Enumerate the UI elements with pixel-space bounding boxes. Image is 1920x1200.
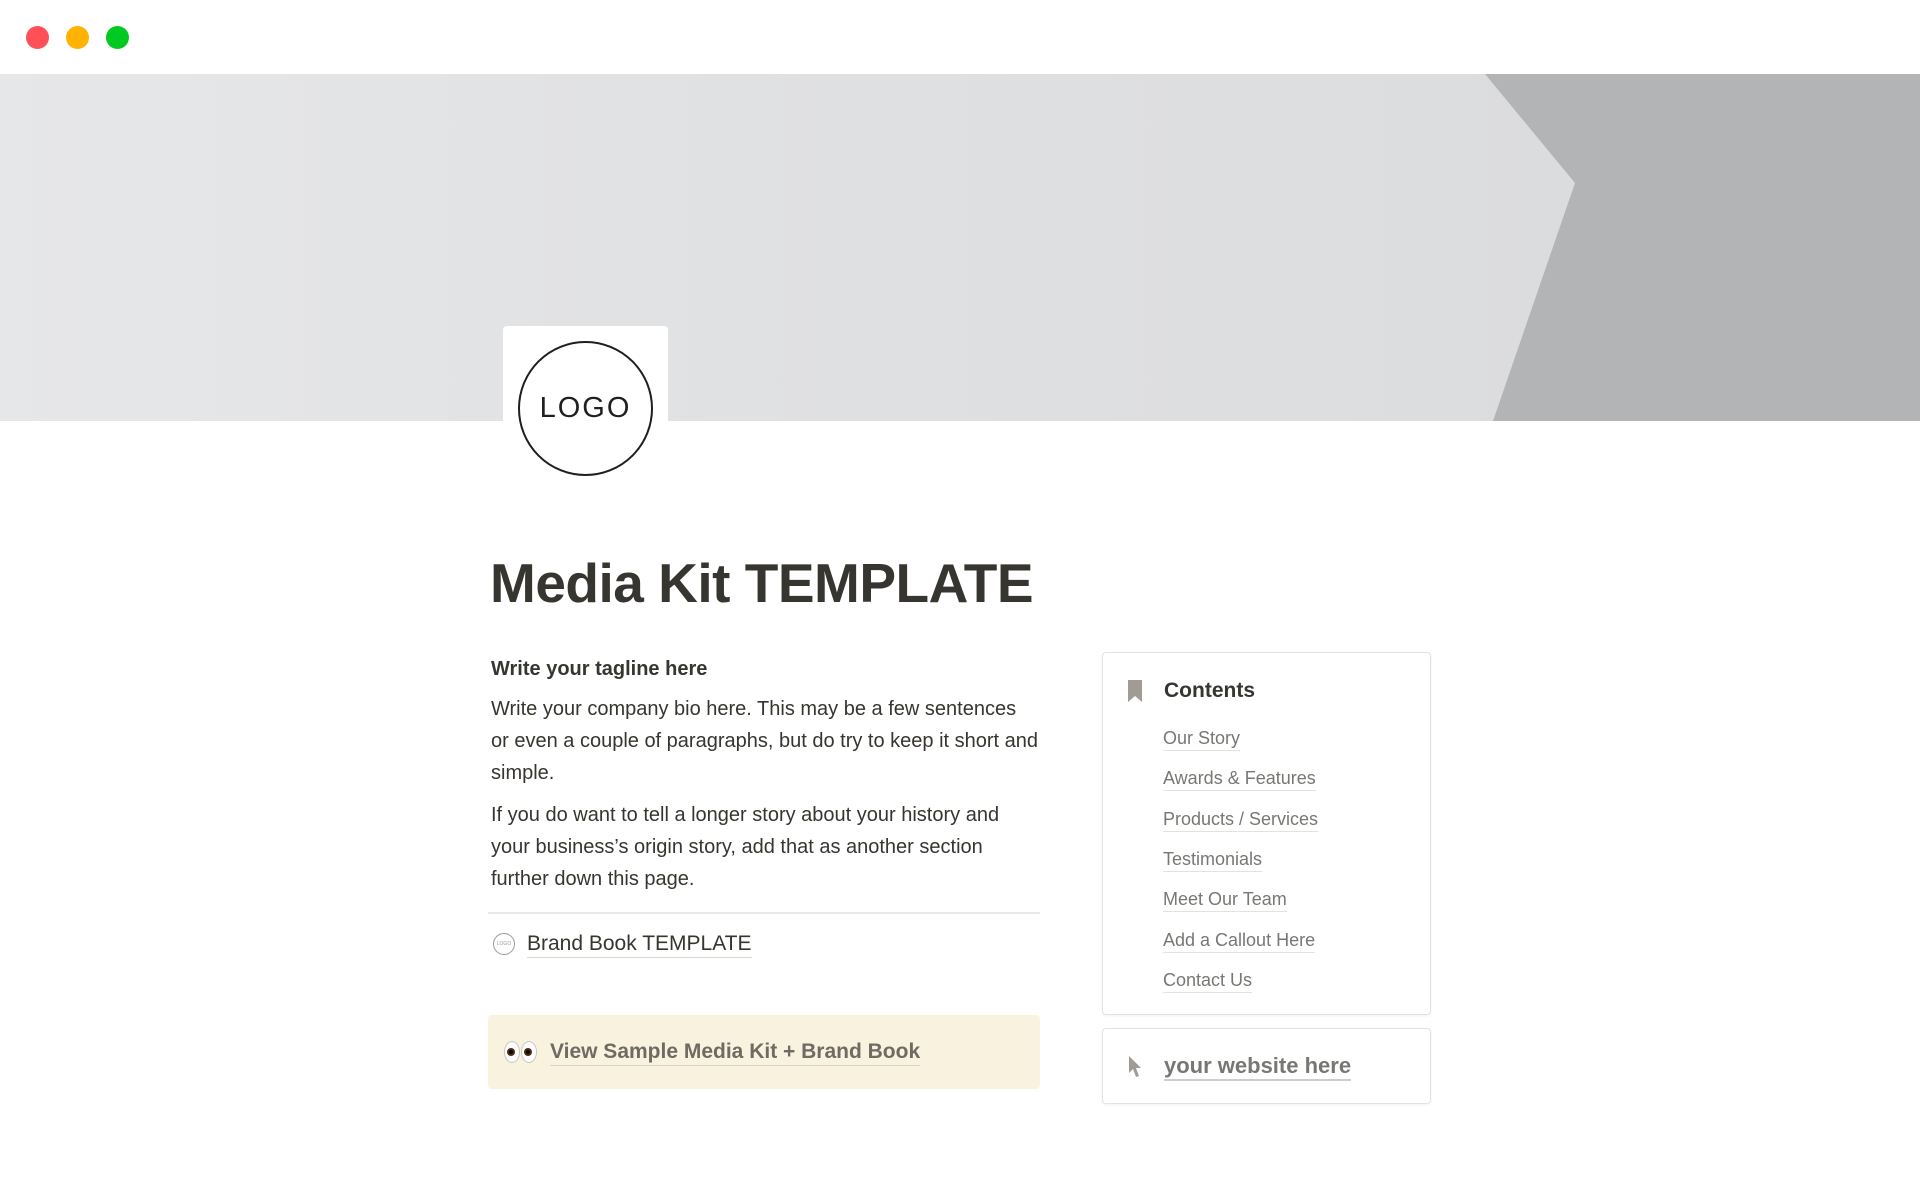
zoom-window-button[interactable] [106, 26, 129, 49]
toc-link-our-story[interactable]: Our Story [1163, 727, 1241, 752]
close-window-button[interactable] [26, 26, 49, 49]
toc-link-add-callout[interactable]: Add a Callout Here [1163, 929, 1316, 953]
toc-link-contact-us[interactable]: Contact Us [1163, 969, 1253, 993]
contents-title: Contents [1164, 679, 1255, 702]
contents-header: Contents [1127, 679, 1255, 703]
contents-card: Contents Our Story Awards & Features Pro… [1102, 652, 1431, 1015]
brand-book-link-label[interactable]: Brand Book TEMPLATE [527, 931, 752, 958]
window-titlebar [0, 0, 1920, 74]
tagline[interactable]: Write your tagline here [491, 655, 1039, 683]
toc-item: Testimonials [1163, 840, 1318, 880]
logo-circle: LOGO [518, 341, 653, 476]
logo-text: LOGO [539, 392, 632, 424]
bio-column: Write your tagline here Write your compa… [491, 655, 1039, 905]
toc-item: Meet Our Team [1163, 880, 1318, 920]
minimize-window-button[interactable] [66, 26, 89, 49]
toc-item: Add a Callout Here [1163, 920, 1318, 960]
cover-image [0, 74, 1920, 421]
cursor-arrow-icon [1129, 1056, 1141, 1077]
bookmark-icon [1128, 680, 1142, 702]
toc-link-testimonials[interactable]: Testimonials [1163, 848, 1263, 873]
page-title[interactable]: Media Kit TEMPLATE [490, 551, 1034, 615]
toc-item: Products / Services [1163, 800, 1319, 840]
toc-link-awards-features[interactable]: Awards & Features [1163, 767, 1316, 792]
toc-item: Awards & Features [1163, 759, 1318, 799]
eyes-emoji-icon [504, 1041, 538, 1063]
website-row: your website here [1127, 1053, 1352, 1081]
toc-item: Our Story [1163, 719, 1318, 759]
toc-item: Contact Us [1163, 961, 1318, 1001]
brand-book-page-link[interactable]: LOGO Brand Book TEMPLATE [493, 929, 752, 959]
view-sample-link[interactable]: View Sample Media Kit + Brand Book [550, 1039, 921, 1066]
divider [488, 912, 1040, 914]
logo-badge-icon: LOGO [493, 933, 515, 955]
bio-paragraph[interactable]: Write your company bio here. This may be… [491, 693, 1039, 789]
bio-paragraph[interactable]: If you do want to tell a longer story ab… [491, 799, 1039, 895]
website-card: your website here [1102, 1028, 1431, 1104]
table-of-contents: Our Story Awards & Features Products / S… [1163, 719, 1319, 1001]
cover-shape [1485, 74, 1920, 421]
toc-link-meet-our-team[interactable]: Meet Our Team [1163, 888, 1287, 913]
sample-callout: View Sample Media Kit + Brand Book [488, 1015, 1040, 1089]
toc-link-products-services[interactable]: Products / Services [1163, 808, 1319, 832]
page-icon[interactable]: LOGO [503, 326, 668, 491]
website-link[interactable]: your website here [1164, 1053, 1352, 1081]
